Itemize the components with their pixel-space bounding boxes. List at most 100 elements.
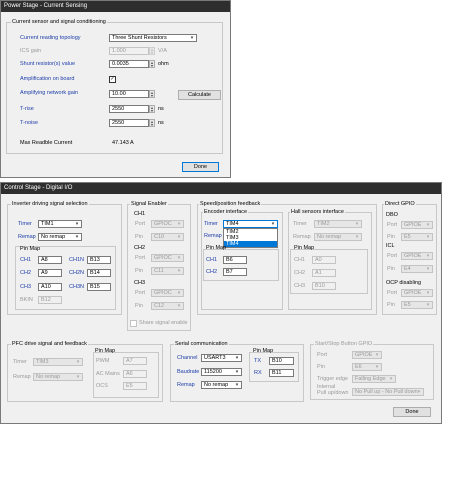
hall-ch3-field[interactable]: B10 [312,282,336,290]
serial-channel-select[interactable]: USART3 ▾ [201,354,242,362]
direct-gpio-title: Direct GPIO [384,201,416,207]
shunt-spin-icon[interactable]: ▴ ▾ [149,60,155,68]
gain-input[interactable]: 10.00 [109,90,149,98]
pfc-remap-select[interactable]: No remap ▾ [33,373,83,381]
hall-ch2-field[interactable]: A1 [312,269,336,277]
inv-ch1-label: CH1 [20,257,32,263]
enc-timer-label: Timer [204,221,218,227]
max-current-label: Max Readble Current [20,140,73,146]
serial-rx-field[interactable]: B11 [269,369,294,377]
ics-gain-input[interactable]: 1.000 [109,47,149,55]
inv-ch1n-field[interactable]: B13 [87,256,111,264]
hall-ch1-label: CH1 [294,257,306,263]
serial-baud-label: Baudrate [177,369,200,375]
inv-ch2n-field[interactable]: B14 [87,269,111,277]
chevron-down-icon: ▾ [190,35,194,41]
current-sensor-group-title: Current sensor and signal conditioning [11,19,107,25]
ics-gain-unit: V/A [158,48,167,54]
se-ch3-title: CH3 [134,280,146,286]
pfc-ocs-field[interactable]: E5 [123,382,147,390]
enc-ch1-field[interactable]: B6 [223,256,247,264]
icl-pin-select[interactable]: E4 ▾ [401,265,433,273]
share-signal-checkbox[interactable] [130,320,137,327]
topology-select[interactable]: Three Shunt Resistors ▾ [109,34,197,42]
serial-channel-label: Channel [177,355,198,361]
power-stage-title: Power Stage - Current Sensing [1,1,230,12]
serial-tx-field[interactable]: B10 [269,357,294,365]
control-done-button[interactable]: Done [393,407,431,417]
dbo-label: DBO [386,212,398,218]
startstop-trigger-label: Trigger edge [317,376,348,382]
power-stage-window: Power Stage - Current Sensing Current se… [0,0,231,178]
trise-spin-icon[interactable]: ▴ ▾ [149,105,155,113]
tnoise-label: T-noise [20,120,39,126]
se-ch3-pin-select[interactable]: C12 ▾ [151,302,184,310]
chevron-down-icon: ▾ [355,234,359,240]
chevron-down-icon: ▾ [389,376,393,382]
ocp-pin-select[interactable]: E5 ▾ [401,301,433,309]
inv-ch1-field[interactable]: A8 [38,256,62,264]
startstop-pin-select[interactable]: E6 ▾ [352,363,382,371]
se-ch3-port-select[interactable]: GPIOC ▾ [151,289,184,297]
inverter-remap-select[interactable]: No remap ▾ [38,233,82,241]
serial-baud-select[interactable]: 115200 ▾ [201,368,242,376]
inv-ch3n-label: CH3N [69,284,84,290]
enc-remap-label: Remap [204,233,222,239]
ocp-port-label: Port [387,290,398,296]
chevron-down-icon: ▾ [235,382,239,388]
chevron-down-icon: ▾ [235,355,239,361]
chevron-down-icon: ▾ [177,303,181,309]
pfc-ocs-label: OCS [96,383,108,389]
tnoise-spin-icon[interactable]: ▴ ▾ [149,119,155,127]
dbo-pin-select[interactable]: E5 ▾ [401,233,433,241]
hall-remap-select[interactable]: No remap ▾ [314,233,362,241]
se-ch2-pin-label: Pin [135,268,143,274]
tnoise-unit: ns [158,120,164,126]
shunt-input[interactable]: 0.0035 [109,60,149,68]
calculate-button[interactable]: Calculate [178,90,221,100]
ocp-port-select[interactable]: GPIOE ▾ [401,289,433,297]
icl-port-select[interactable]: GPIOE ▾ [401,252,433,260]
inv-ch3n-field[interactable]: B15 [87,283,111,291]
enc-timer-option-selected[interactable]: TIM4 [224,241,277,247]
chevron-down-icon: ▾ [426,222,430,228]
amp-checkbox[interactable]: ✓ [109,76,116,83]
pfc-acmains-field[interactable]: A6 [123,370,147,378]
enc-pinmap-group [203,249,279,281]
startstop-internal-label-2: Pull up/down [317,390,349,396]
se-ch1-port-select[interactable]: GPIOC ▾ [151,220,184,228]
hall-ch1-field[interactable]: A0 [312,256,336,264]
inv-bkin-field[interactable]: B12 [38,296,62,304]
gain-label: Amplifying network gain [20,90,79,96]
se-ch2-port-select[interactable]: GPIOC ▾ [151,254,184,262]
startstop-internal-select[interactable]: No Pull up - No Pull down ▾ [352,388,424,396]
startstop-group-title: Start/Stop Button GPIO [314,341,374,347]
gain-spin-icon[interactable]: ▴ ▾ [149,90,155,98]
enc-ch2-field[interactable]: B7 [223,268,247,276]
pfc-pwm-field[interactable]: A7 [123,357,147,365]
inverter-timer-select[interactable]: TIM1 ▾ [38,220,82,228]
inv-ch2-field[interactable]: A9 [38,269,62,277]
pfc-timer-select[interactable]: TIM3 ▾ [33,358,83,366]
trise-unit: ns [158,106,164,112]
power-done-button[interactable]: Done [182,162,219,172]
ics-gain-spin-icon[interactable]: ▴ ▾ [149,47,155,55]
startstop-trigger-select[interactable]: Falling Edge ▾ [352,375,396,383]
shunt-label: Shunt resistor(s) value [20,61,76,67]
enc-timer-dropdown-list: TIM2 TIM3 TIM4 [223,228,278,248]
inv-ch3-field[interactable]: A10 [38,283,62,291]
startstop-port-select[interactable]: GPIOE ▾ [352,351,382,359]
max-current-value: 47.143 A [112,140,134,146]
hall-remap-label: Remap [293,234,311,240]
dbo-port-select[interactable]: GPIOE ▾ [401,221,433,229]
enc-timer-select[interactable]: TIM4 ▾ [223,220,278,228]
hall-group-title: Hall sensors interface [290,209,345,215]
trise-input[interactable]: 2550 [109,105,149,113]
hall-timer-select[interactable]: TIM2 ▾ [314,220,362,228]
pfc-pwm-label: PWM [96,358,110,364]
tnoise-input[interactable]: 2550 [109,119,149,127]
se-ch2-pin-select[interactable]: C11 ▾ [151,267,184,275]
pfc-acmains-label: AC Mains [96,371,120,377]
serial-remap-select[interactable]: No remap ▾ [201,381,242,389]
se-ch1-pin-select[interactable]: C10 ▾ [151,233,184,241]
